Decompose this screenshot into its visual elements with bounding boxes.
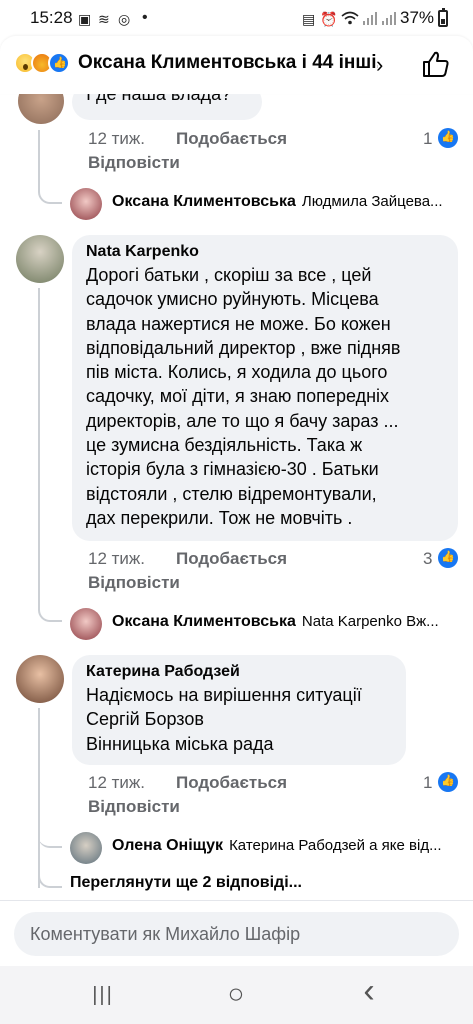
reply-link[interactable]: Відповісти xyxy=(88,573,180,593)
app-icon: ≋ xyxy=(98,11,110,27)
like-count: 1 xyxy=(423,773,433,792)
reactions-header: Оксана Климентовська і 44 інші... › xyxy=(0,36,473,94)
comment-author[interactable]: Катерина Рабодзей xyxy=(86,663,392,681)
instagram-icon: ◎ xyxy=(118,11,131,27)
reply-preview[interactable]: Оксана Климентовська Nata Karpenko Вж... xyxy=(112,613,460,643)
signal-icon xyxy=(362,11,378,28)
thread-line xyxy=(38,824,62,848)
comment-time: 12 тиж. xyxy=(88,773,146,792)
comment-bubble: Nata Karpenko Дорогі батьки , скоріш за … xyxy=(72,235,458,541)
comment-author[interactable]: Nata Karpenko xyxy=(86,243,444,261)
comment-text: І де наша влада? xyxy=(86,94,232,104)
like-link[interactable]: Подобається xyxy=(176,549,287,569)
system-nav-bar: ||| ○ ‹ xyxy=(0,966,473,1024)
thread-line xyxy=(38,288,62,622)
view-more-replies-link[interactable]: Переглянути ще 2 відповіді... xyxy=(70,874,302,892)
signal-2-icon xyxy=(381,11,397,28)
reply-author: Олена Оніщук xyxy=(112,837,224,854)
like-count: 1 xyxy=(423,129,433,148)
avatar[interactable] xyxy=(16,235,64,283)
avatar[interactable] xyxy=(18,94,64,124)
reply-preview[interactable]: Оксана Климентовська Людмила Зайцева... xyxy=(112,193,460,223)
wifi-icon xyxy=(341,11,359,28)
comment-meta: 12 тиж. Подобається xyxy=(88,549,388,571)
reply-link[interactable]: Відповісти xyxy=(88,153,180,173)
reply-link[interactable]: Відповісти xyxy=(88,797,180,817)
status-bar: 15:28 ▣ ≋ ◎ • ▤ ⏰ 37% xyxy=(0,0,473,36)
media-icon: ▣ xyxy=(78,11,92,27)
comment-time: 12 тиж. xyxy=(88,549,146,568)
reply-avatar[interactable] xyxy=(70,608,102,640)
like-count: 3 xyxy=(423,549,433,568)
reply-text: Катерина Рабодзей а яке від... xyxy=(229,837,442,854)
comment-text: Надіємось на вирішення ситуації Сергій Б… xyxy=(86,685,362,754)
status-time: 15:28 xyxy=(30,8,73,27)
like-badge-icon xyxy=(438,772,458,792)
thread-line xyxy=(38,862,62,888)
comment-meta: 12 тиж. Подобається xyxy=(88,773,388,795)
like-reaction-icon xyxy=(48,52,70,74)
like-badge-icon xyxy=(438,548,458,568)
battery-percent: 37% xyxy=(400,8,435,27)
more-notifications-icon: • xyxy=(142,9,148,26)
reply-avatar[interactable] xyxy=(70,188,102,220)
recent-apps-button[interactable]: ||| xyxy=(88,984,118,1010)
like-link[interactable]: Подобається xyxy=(176,773,287,793)
reaction-icons[interactable] xyxy=(14,52,74,76)
alarm-icon: ⏰ xyxy=(320,11,338,27)
reply-author: Оксана Климентовська xyxy=(112,193,296,210)
back-button[interactable]: ‹ xyxy=(354,972,384,1010)
thread-line xyxy=(38,708,40,888)
comment-time: 12 тиж. xyxy=(88,129,146,148)
comment-text: Дорогі батьки , скоріш за все , цей садо… xyxy=(86,265,401,528)
comment-bubble: І де наша влада? xyxy=(72,94,262,120)
comment-input[interactable] xyxy=(14,912,459,956)
home-button[interactable]: ○ xyxy=(221,978,251,1009)
reply-preview[interactable]: Олена Оніщук Катерина Рабодзей а яке від.… xyxy=(112,837,460,867)
battery-icon xyxy=(438,8,448,27)
comment-bubble: Катерина Рабодзей Надіємось на вирішення… xyxy=(72,655,406,765)
thread-line xyxy=(38,130,62,204)
comments-feed[interactable]: І де наша влада? 12 тиж. Подобається 1 В… xyxy=(0,94,473,900)
reply-author: Оксана Климентовська xyxy=(112,613,296,630)
comment-composer xyxy=(0,900,473,966)
reply-text: Nata Karpenko Вж... xyxy=(301,613,439,630)
reactors-summary[interactable]: Оксана Климентовська і 44 інші... xyxy=(78,52,378,74)
chevron-right-icon[interactable]: › xyxy=(376,52,383,78)
thumbs-up-icon xyxy=(423,51,449,77)
like-post-button[interactable] xyxy=(420,48,452,80)
reply-text: Людмила Зайцева... xyxy=(301,193,443,210)
comment-meta: 12 тиж. Подобається xyxy=(88,129,388,151)
avatar[interactable] xyxy=(16,655,64,703)
notification-icon: ▤ xyxy=(302,11,316,27)
reply-avatar[interactable] xyxy=(70,832,102,864)
like-link[interactable]: Подобається xyxy=(176,129,287,149)
like-badge-icon xyxy=(438,128,458,148)
